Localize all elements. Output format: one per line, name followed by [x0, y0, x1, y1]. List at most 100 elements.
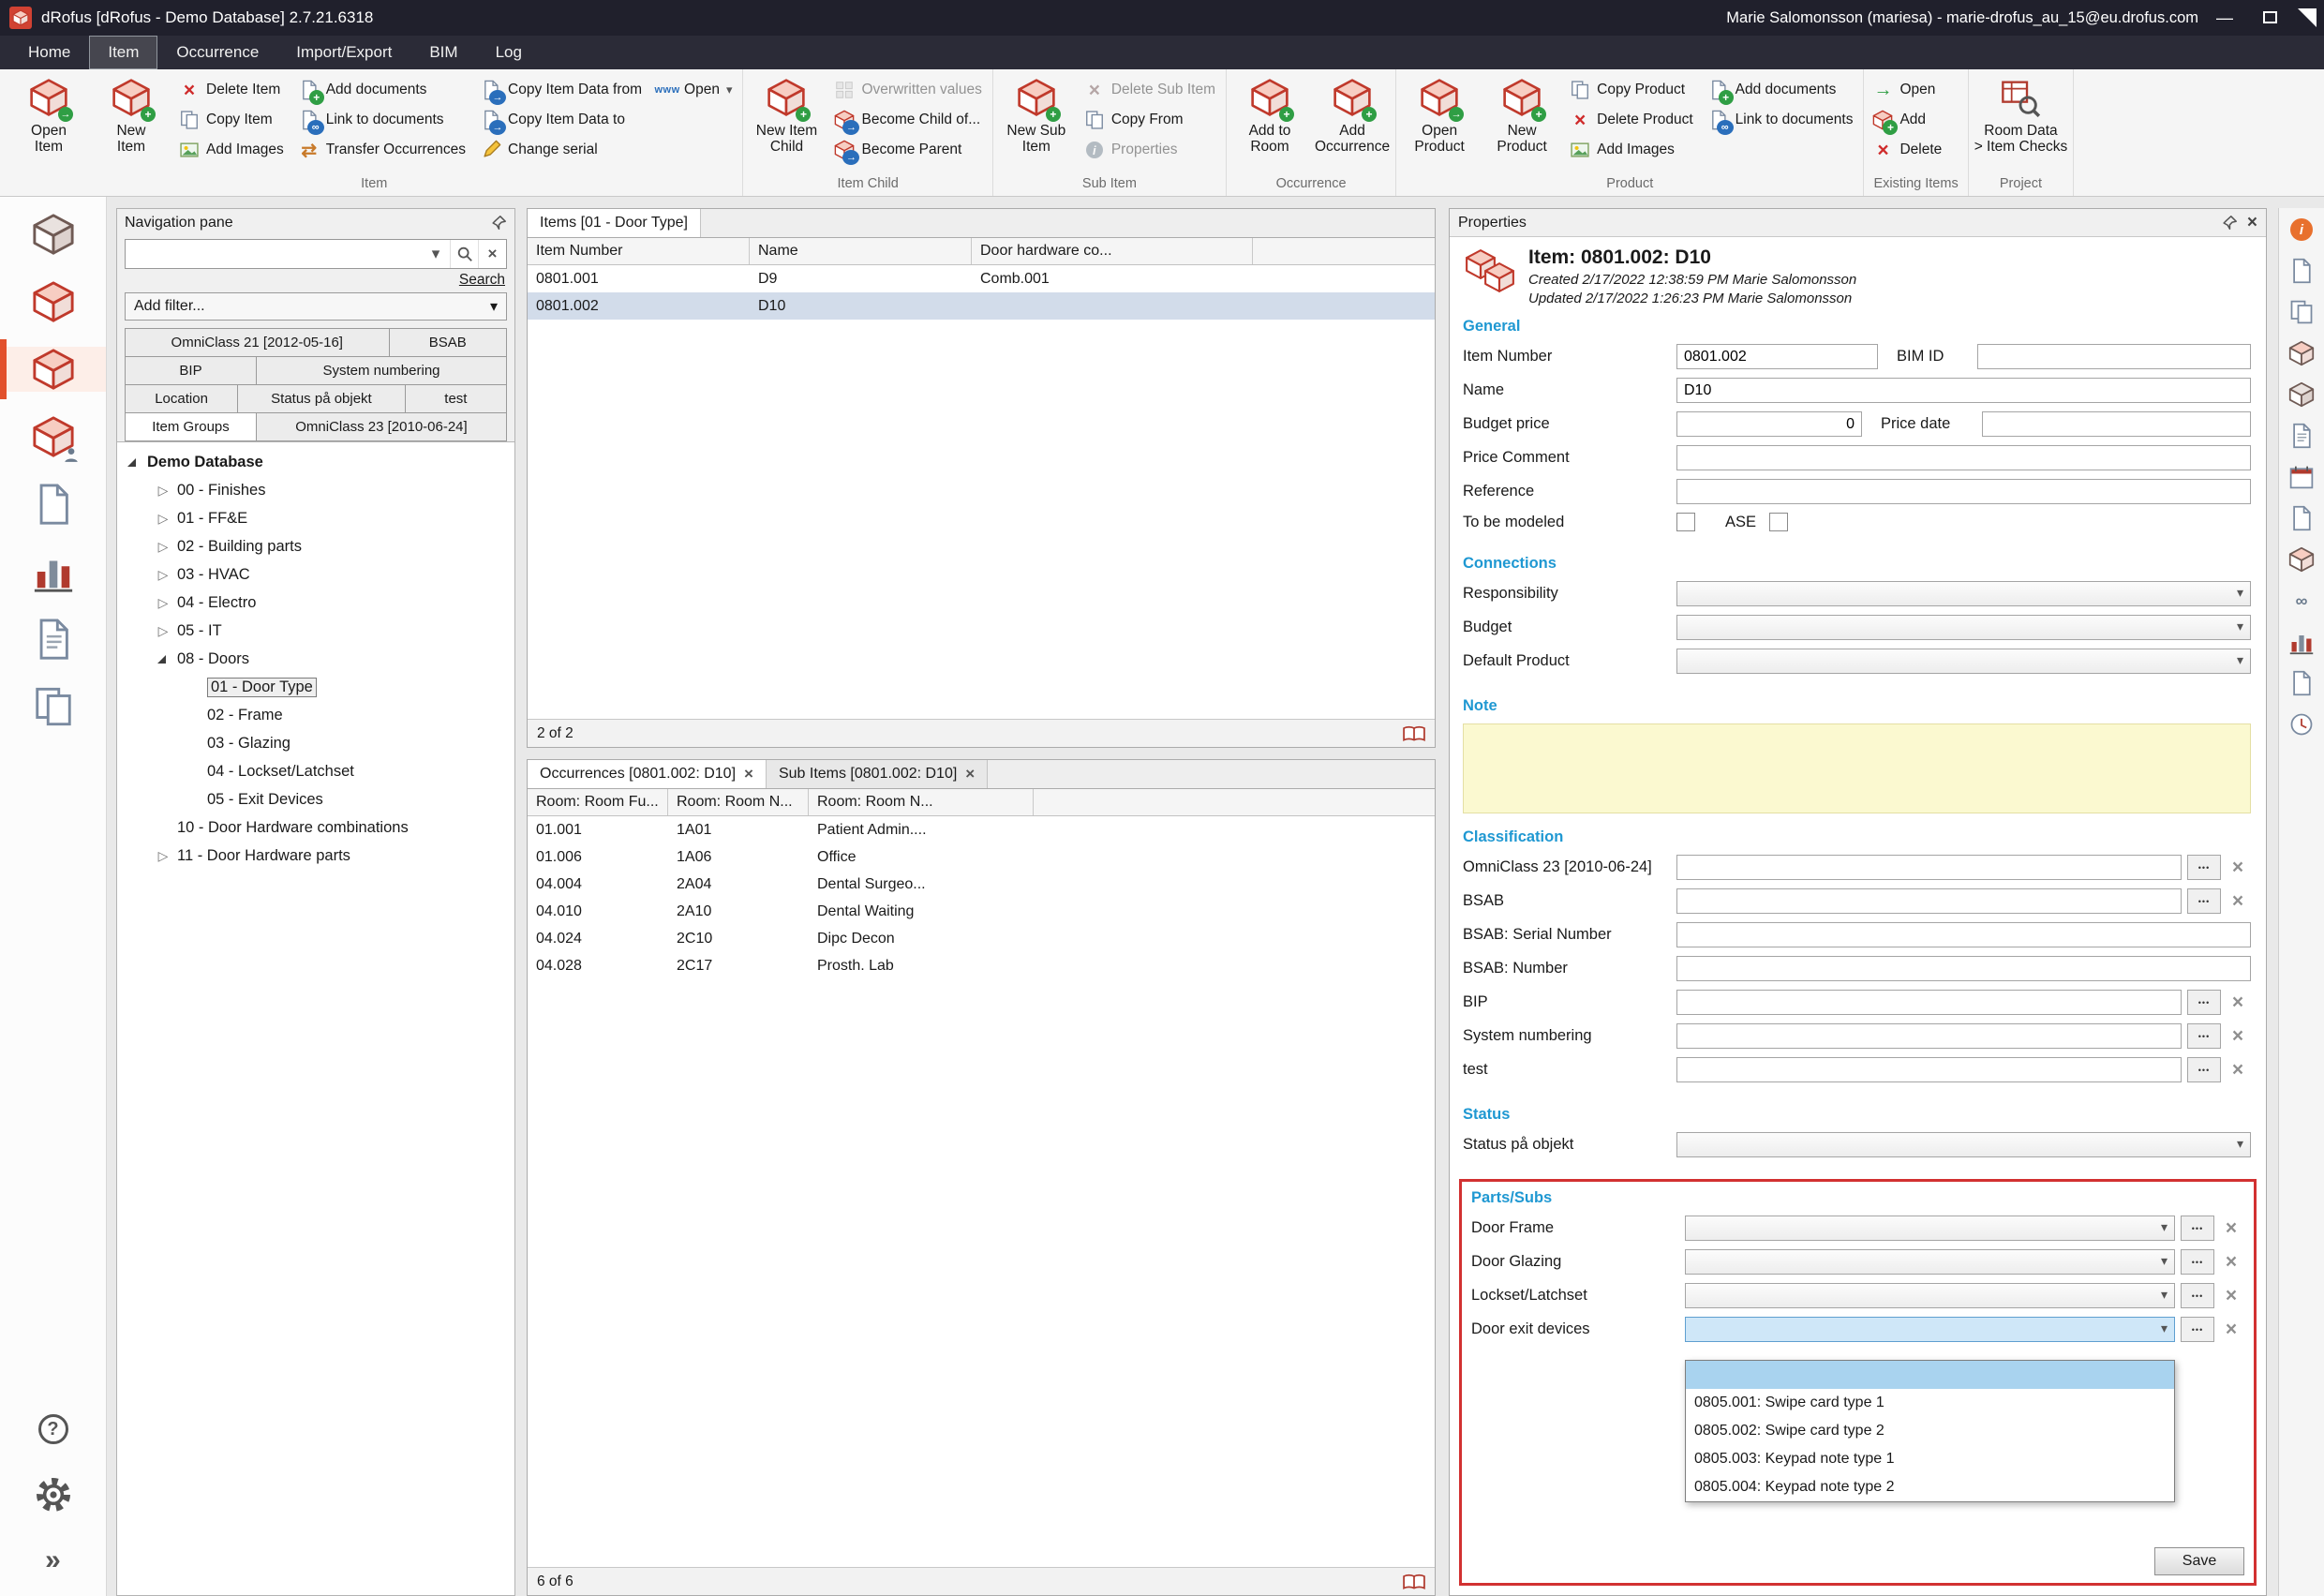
door-frame-select[interactable]: ▾ — [1685, 1216, 2175, 1241]
table-row[interactable]: 04.0282C17Prosth. Lab — [528, 952, 1435, 979]
rail-contacts-button[interactable] — [0, 414, 106, 459]
bip-clear-button[interactable]: × — [2225, 990, 2251, 1015]
expand-icon[interactable]: ▷ — [155, 539, 171, 555]
settings-button[interactable] — [32, 1472, 75, 1517]
system-numbering-browse-button[interactable]: ••• — [2187, 1023, 2221, 1049]
door-exit-devices-browse-button[interactable]: ••• — [2181, 1317, 2214, 1342]
new-product-button[interactable]: +New Product — [1481, 71, 1563, 173]
new-item-child-button[interactable]: +New Item Child — [745, 71, 827, 173]
rail-documents-button[interactable] — [0, 482, 106, 527]
panel-icon-5[interactable] — [2286, 380, 2317, 409]
panel-icon-11[interactable] — [2286, 628, 2317, 656]
door-frame-browse-button[interactable]: ••• — [2181, 1216, 2214, 1241]
test-clear-button[interactable]: × — [2225, 1057, 2251, 1082]
copy-from-button[interactable]: Copy From — [1084, 110, 1215, 130]
filter-tab-system-numbering[interactable]: System numbering — [256, 356, 507, 385]
tree-item-03-hvac[interactable]: ▷03 - HVAC — [117, 560, 514, 589]
expand-icon[interactable]: ▷ — [155, 483, 171, 499]
budget-select[interactable]: ▾ — [1676, 615, 2251, 640]
tab-occurrences-0801-002-d10[interactable]: Occurrences [0801.002: D10]× — [528, 760, 767, 788]
add-images-button[interactable]: Add Images — [1570, 140, 1693, 160]
tree-item-05-it[interactable]: ▷05 - IT — [117, 617, 514, 645]
become-parent-button[interactable]: →Become Parent — [834, 140, 981, 160]
book-icon[interactable] — [1403, 1574, 1425, 1590]
bip-field[interactable] — [1676, 990, 2182, 1015]
bsab-clear-button[interactable]: × — [2225, 888, 2251, 914]
change-serial-button[interactable]: Change serial — [481, 140, 642, 160]
column-header-item-number[interactable]: Item Number — [528, 238, 750, 264]
expand-rail-button[interactable]: » — [32, 1538, 75, 1583]
item-number-field[interactable] — [1676, 344, 1878, 369]
copy-product-button[interactable]: Copy Product — [1570, 80, 1693, 100]
column-header-room-room-n[interactable]: Room: Room N... — [809, 789, 1034, 815]
menu-tab-log[interactable]: Log — [477, 36, 541, 69]
close-properties-icon[interactable]: × — [2247, 213, 2257, 233]
name-field[interactable] — [1676, 378, 2251, 403]
close-tab-icon[interactable]: × — [965, 765, 975, 783]
table-row[interactable]: 04.0102A10Dental Waiting — [528, 898, 1435, 925]
add-documents-button[interactable]: +Add documents — [1708, 80, 1854, 100]
menu-tab-occurrence[interactable]: Occurrence — [157, 36, 277, 69]
tree-item-04-electro[interactable]: ▷04 - Electro — [117, 589, 514, 617]
delete-product-button[interactable]: ×Delete Product — [1570, 110, 1693, 130]
dropdown-option-0805-004-keypad-note-type-2[interactable]: 0805.004: Keypad note type 2 — [1686, 1473, 2174, 1501]
delete-sub-item-button[interactable]: ×Delete Sub Item — [1084, 80, 1215, 100]
column-header-room-room-fu[interactable]: Room: Room Fu... — [528, 789, 668, 815]
door-glazing-clear-button[interactable]: × — [2218, 1249, 2244, 1275]
panel-icon-12[interactable] — [2286, 669, 2317, 697]
table-row[interactable]: 01.0011A01Patient Admin.... — [528, 816, 1435, 843]
pin-icon[interactable] — [490, 215, 507, 231]
column-header-name[interactable]: Name — [750, 238, 972, 264]
tree-item-02-frame[interactable]: 02 - Frame — [117, 701, 514, 729]
rail-rooms-button[interactable] — [0, 279, 106, 324]
collapse-icon[interactable] — [157, 655, 166, 664]
panel-icon-3[interactable] — [2286, 298, 2317, 326]
tree-item-01-ff-e[interactable]: ▷01 - FF&E — [117, 504, 514, 532]
room-data-item-checks-button[interactable]: Room Data > Item Checks — [1971, 71, 2072, 173]
filter-tab-location[interactable]: Location — [125, 384, 238, 413]
copy-item-data-from-button[interactable]: →Copy Item Data from — [481, 80, 642, 100]
rail-projects-button[interactable] — [0, 212, 106, 257]
panel-info-icon[interactable]: i — [2286, 216, 2317, 244]
responsibility-select[interactable]: ▾ — [1676, 581, 2251, 606]
tree-item-02-building-parts[interactable]: ▷02 - Building parts — [117, 532, 514, 560]
tree-item-05-exit-devices[interactable]: 05 - Exit Devices — [117, 785, 514, 813]
omniclass-23-2010-06-24-clear-button[interactable]: × — [2225, 855, 2251, 880]
ase-checkbox[interactable] — [1769, 513, 1788, 531]
default-product-select[interactable]: ▾ — [1676, 649, 2251, 674]
panel-icon-13[interactable] — [2286, 710, 2317, 738]
lockset-latchset-clear-button[interactable]: × — [2218, 1283, 2244, 1308]
clear-search-icon[interactable]: × — [478, 240, 506, 268]
tree-item-04-lockset-latchset[interactable]: 04 - Lockset/Latchset — [117, 757, 514, 785]
become-child-of-button[interactable]: →Become Child of... — [834, 110, 981, 130]
lockset-latchset-select[interactable]: ▾ — [1685, 1283, 2175, 1308]
rail-reports-button[interactable] — [0, 549, 106, 594]
open-product-button[interactable]: →Open Product — [1398, 71, 1481, 173]
omniclass-23-2010-06-24-browse-button[interactable]: ••• — [2187, 855, 2221, 880]
bsab-serial-number-field[interactable] — [1676, 922, 2251, 947]
link-to-documents-button[interactable]: ∞Link to documents — [1708, 110, 1854, 130]
search-icon[interactable] — [450, 240, 478, 268]
rail-templates-button[interactable] — [0, 684, 106, 729]
menu-tab-home[interactable]: Home — [9, 36, 89, 69]
dropdown-option-0805-003-keypad-note-type-1[interactable]: 0805.003: Keypad note type 1 — [1686, 1445, 2174, 1473]
add-images-button[interactable]: Add Images — [179, 140, 284, 160]
column-header-room-room-n[interactable]: Room: Room N... — [668, 789, 809, 815]
tree-item-01-door-type[interactable]: 01 - Door Type — [117, 673, 514, 701]
filter-tab-omniclass-21-2012-05-16[interactable]: OmniClass 21 [2012-05-16] — [125, 328, 390, 357]
expand-icon[interactable]: ▷ — [155, 595, 171, 611]
expand-icon[interactable]: ▷ — [155, 567, 171, 583]
rail-logs-button[interactable] — [0, 617, 106, 662]
table-row[interactable]: 01.0061A06Office — [528, 843, 1435, 871]
help-button[interactable]: ? — [32, 1407, 75, 1452]
reference-field[interactable] — [1676, 479, 2251, 504]
column-header-door-hardware-co[interactable]: Door hardware co... — [972, 238, 1253, 264]
tree-item-00-finishes[interactable]: ▷00 - Finishes — [117, 476, 514, 504]
door-frame-clear-button[interactable]: × — [2218, 1216, 2244, 1241]
filter-tab-bip[interactable]: BIP — [125, 356, 257, 385]
open-item-button[interactable]: →Open Item — [7, 71, 90, 173]
search-link[interactable]: Search — [127, 272, 505, 289]
expand-icon[interactable]: ▷ — [155, 511, 171, 527]
system-numbering-field[interactable] — [1676, 1023, 2182, 1049]
door-exit-devices-select[interactable]: ▾ — [1685, 1317, 2175, 1342]
